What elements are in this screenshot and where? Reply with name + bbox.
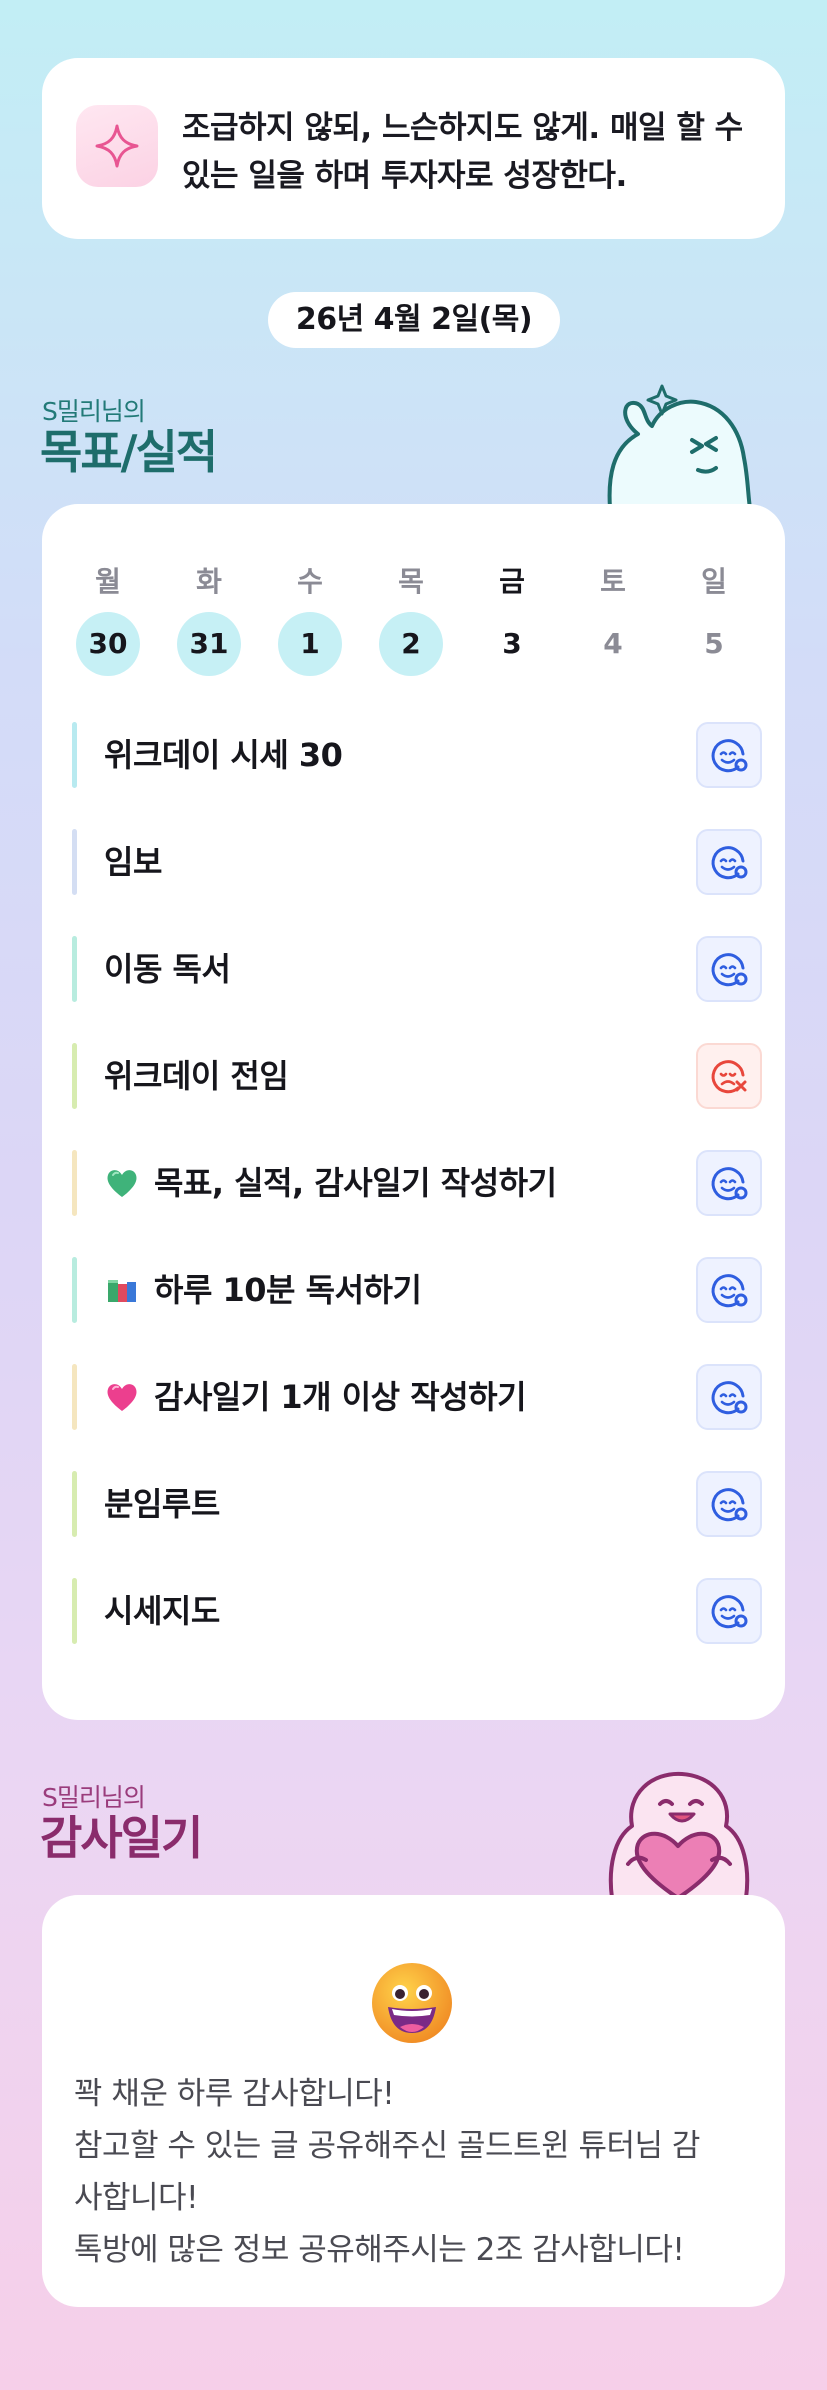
thanks-line: 사합니다! xyxy=(74,2180,199,2216)
task-row: 임보 xyxy=(72,827,762,897)
motto-card: 조급하지 않되, 느슨하지도 않게. 매일 할 수 있는 일을 하며 투자자로 … xyxy=(42,58,785,239)
date-selector[interactable]: 26년 4월 2일(목) xyxy=(268,292,560,348)
day-button[interactable]: 5 xyxy=(682,612,746,676)
smile-check-icon xyxy=(711,1595,748,1629)
weekday-label: 일 xyxy=(701,565,727,598)
task-color-bar xyxy=(72,1364,77,1430)
task-row: 위크데이 전임 xyxy=(72,1041,762,1111)
motto-text: 조급하지 않되, 느슨하지도 않게. 매일 할 수 있는 일을 하며 투자자로 … xyxy=(182,110,743,194)
task-color-bar xyxy=(72,1150,77,1216)
task-color-bar xyxy=(72,1578,77,1644)
weekday-label: 화 xyxy=(196,565,222,598)
thanks-line: 톡방에 많은 정보 공유해주시는 2조 감사합니다! xyxy=(74,2232,685,2268)
weekday-label: 금 xyxy=(499,565,525,598)
task-status-button[interactable] xyxy=(696,1150,762,1216)
day-button[interactable]: 1 xyxy=(278,612,342,676)
task-status-button[interactable] xyxy=(696,1578,762,1644)
smile-check-icon xyxy=(711,953,748,987)
goals-card: 월 화 수 목 금 토 일 30 31 1 2 3 4 5 위크데이 시세 30… xyxy=(42,504,785,1720)
task-status-button[interactable] xyxy=(696,722,762,788)
goals-section-title: 목표/실적 xyxy=(40,425,218,479)
task-label: 목표, 실적, 감사일기 작성하기 xyxy=(104,1148,557,1218)
smile-check-icon xyxy=(711,1274,748,1308)
sparkle-icon xyxy=(76,105,158,187)
task-color-bar xyxy=(72,722,77,788)
smile-check-icon xyxy=(711,1167,748,1201)
weekday-label: 토 xyxy=(600,565,626,598)
task-row: 목표, 실적, 감사일기 작성하기 xyxy=(72,1148,762,1218)
day-button[interactable]: 31 xyxy=(177,612,241,676)
task-row: 시세지도 xyxy=(72,1576,762,1646)
weekday-label: 수 xyxy=(297,565,323,598)
task-status-button[interactable] xyxy=(696,936,762,1002)
task-label: 분임루트 xyxy=(104,1485,220,1523)
task-label: 이동 독서 xyxy=(104,950,231,988)
task-status-button[interactable] xyxy=(696,829,762,895)
day-button[interactable]: 4 xyxy=(581,612,645,676)
task-status-button[interactable] xyxy=(696,1043,762,1109)
books-icon xyxy=(108,1280,136,1302)
smile-check-icon xyxy=(711,846,748,880)
task-color-bar xyxy=(72,1257,77,1323)
thanks-section-title: 감사일기 xyxy=(40,1811,203,1865)
day-button[interactable]: 3 xyxy=(480,612,544,676)
task-color-bar xyxy=(72,1471,77,1537)
task-status-button[interactable] xyxy=(696,1471,762,1537)
task-row: 이동 독서 xyxy=(72,934,762,1004)
task-label: 하루 10분 독서하기 xyxy=(104,1255,422,1325)
thanks-line: 참고할 수 있는 글 공유해주신 골드트윈 튜터님 감 xyxy=(74,2128,700,2164)
weekday-label: 월 xyxy=(95,565,121,598)
mascot-heart-icon xyxy=(608,1771,750,1898)
mascot-waving-icon xyxy=(607,384,752,508)
smile-check-icon xyxy=(711,739,748,773)
weekday-label: 목 xyxy=(398,565,424,598)
task-label: 감사일기 1개 이상 작성하기 xyxy=(104,1362,527,1432)
day-button[interactable]: 2 xyxy=(379,612,443,676)
task-label: 임보 xyxy=(104,843,162,881)
task-row: 위크데이 시세 30 xyxy=(72,720,762,790)
task-row: 분임루트 xyxy=(72,1469,762,1539)
task-status-button[interactable] xyxy=(696,1257,762,1323)
task-color-bar xyxy=(72,829,77,895)
task-status-button[interactable] xyxy=(696,1364,762,1430)
thanks-card: 꽉 채운 하루 감사합니다! 참고할 수 있는 글 공유해주신 골드트윈 튜터님… xyxy=(42,1895,785,2307)
green-heart-icon xyxy=(107,1170,137,1197)
task-color-bar xyxy=(72,1043,77,1109)
pink-heart-icon xyxy=(107,1384,137,1411)
sad-x-icon xyxy=(711,1060,747,1094)
task-row: 감사일기 1개 이상 작성하기 xyxy=(72,1362,762,1432)
task-label: 위크데이 시세 30 xyxy=(104,736,343,774)
task-label: 위크데이 전임 xyxy=(104,1057,289,1095)
thanks-line: 꽉 채운 하루 감사합니다! xyxy=(74,2076,395,2112)
day-button[interactable]: 30 xyxy=(76,612,140,676)
smile-check-icon xyxy=(711,1488,748,1522)
task-label: 시세지도 xyxy=(104,1592,220,1630)
smile-check-icon xyxy=(711,1381,748,1415)
task-color-bar xyxy=(72,936,77,1002)
task-row: 하루 10분 독서하기 xyxy=(72,1255,762,1325)
grinning-face-icon xyxy=(372,1963,452,2043)
